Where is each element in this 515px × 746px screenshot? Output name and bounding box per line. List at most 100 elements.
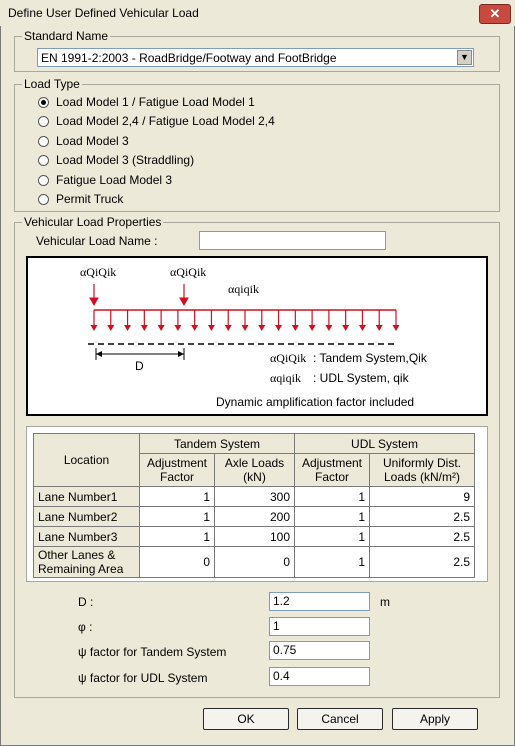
cell-udl-load[interactable]: 2.5 <box>369 526 475 547</box>
cell-tandem-adjustment[interactable]: 0 <box>139 546 215 578</box>
col-header-axle-loads: Axle Loads (kN) <box>214 453 295 487</box>
udl-arrowhead <box>124 325 132 331</box>
legend-tandem-symbol: αQiQik <box>270 351 306 365</box>
udl-arrowhead <box>375 325 383 331</box>
psi-tandem-input[interactable]: 0.75 <box>269 641 370 660</box>
cell-axle-load[interactable]: 300 <box>214 486 295 507</box>
col-header-udl-adjustment: Adjustment Factor <box>294 453 370 487</box>
radio-label: Load Model 2,4 / Fatigue Load Model 2,4 <box>56 114 275 128</box>
d-input[interactable]: 1.2 <box>269 592 370 611</box>
phi-label: φ : <box>78 620 93 634</box>
udl-arrowhead <box>90 325 98 331</box>
cell-tandem-adjustment[interactable]: 1 <box>139 486 215 507</box>
group-header-tandem: Tandem System <box>139 433 295 454</box>
table-row: Lane Number2 1 200 1 2.5 <box>33 506 475 527</box>
ok-button[interactable]: OK <box>203 708 289 730</box>
psi-tandem-label: ψ factor for Tandem System <box>78 645 227 659</box>
radio-label: Load Model 3 (Straddling) <box>56 153 195 167</box>
standard-name-legend: Standard Name <box>22 29 111 43</box>
standard-name-select[interactable]: EN 1991-2:2003 - RoadBridge/Footway and … <box>37 48 474 67</box>
radio-label: Fatigue Load Model 3 <box>56 173 173 187</box>
cell-axle-load[interactable]: 100 <box>214 526 295 547</box>
radio-icon[interactable] <box>38 136 49 147</box>
dimension-label: D <box>135 359 144 373</box>
vehicular-load-name-input[interactable] <box>199 231 386 250</box>
radio-icon[interactable] <box>38 155 49 166</box>
udl-arrowhead <box>157 325 165 331</box>
group-header-udl: UDL System <box>294 433 475 454</box>
table-row: Other Lanes & Remaining Area 0 0 1 2.5 <box>33 546 475 578</box>
udl-arrowhead <box>107 325 115 331</box>
row-location: Lane Number1 <box>33 486 140 507</box>
table-row: Lane Number3 1 100 1 2.5 <box>33 526 475 547</box>
col-header-location: Location <box>33 433 140 487</box>
udl-arrowhead <box>224 325 232 331</box>
title-bar: Define User Defined Vehicular Load ✕ <box>0 0 515 26</box>
close-icon: ✕ <box>489 6 501 21</box>
udl-arrowhead <box>140 325 148 331</box>
radio-label: Load Model 3 <box>56 134 129 148</box>
udl-arrowhead <box>241 325 249 331</box>
cell-udl-load[interactable]: 2.5 <box>369 546 475 578</box>
udl-arrowhead <box>191 325 199 331</box>
psi-udl-input[interactable]: 0.4 <box>269 667 370 686</box>
radio-icon[interactable] <box>38 116 49 127</box>
udl-arrowhead <box>392 325 400 331</box>
load-type-legend: Load Type <box>22 77 82 91</box>
radio-icon[interactable] <box>38 175 49 186</box>
udl-arrowhead <box>308 325 316 331</box>
load-table: Location Tandem System UDL System Adjust… <box>33 433 475 578</box>
legend-udl-text: : UDL System, qik <box>313 371 410 385</box>
udl-arrowhead <box>342 325 350 331</box>
dynamic-amplification-note: Dynamic amplification factor included <box>216 395 414 409</box>
tandem-load-label-1: αQiQik <box>80 265 116 279</box>
tandem-load-label-2: αQiQik <box>170 265 206 279</box>
udl-load-label: αqiqik <box>228 282 259 296</box>
col-header-tandem-adjustment: Adjustment Factor <box>139 453 215 487</box>
properties-legend: Vehicular Load Properties <box>22 215 164 229</box>
udl-arrowhead <box>291 325 299 331</box>
radio-icon[interactable] <box>38 194 49 205</box>
radio-selected-icon[interactable] <box>38 97 49 108</box>
udl-arrowhead <box>258 325 266 331</box>
cell-tandem-adjustment[interactable]: 1 <box>139 526 215 547</box>
apply-button[interactable]: Apply <box>392 708 478 730</box>
cell-axle-load[interactable]: 0 <box>214 546 295 578</box>
psi-udl-label: ψ factor for UDL System <box>78 671 208 685</box>
window-title: Define User Defined Vehicular Load <box>8 6 199 20</box>
udl-arrowhead <box>275 325 283 331</box>
standard-name-value: EN 1991-2:2003 - RoadBridge/Footway and … <box>41 51 337 65</box>
cancel-button[interactable]: Cancel <box>297 708 383 730</box>
radio-label: Permit Truck <box>56 192 124 206</box>
cell-axle-load[interactable]: 200 <box>214 506 295 527</box>
row-location: Lane Number3 <box>33 526 140 547</box>
close-button[interactable]: ✕ <box>479 4 511 24</box>
dimension-arrowhead-left <box>96 351 102 357</box>
vehicular-load-name-label: Vehicular Load Name : <box>36 234 158 248</box>
udl-arrows <box>90 309 400 331</box>
radio-label: Load Model 1 / Fatigue Load Model 1 <box>56 95 255 109</box>
cell-udl-adjustment[interactable]: 1 <box>294 506 370 527</box>
table-row: Lane Number1 1 300 1 9 <box>33 486 475 507</box>
tandem-arrowhead-1 <box>89 297 99 307</box>
cell-udl-adjustment[interactable]: 1 <box>294 526 370 547</box>
row-location: Other Lanes & Remaining Area <box>33 546 140 578</box>
legend-udl-symbol: αqiqik <box>270 371 301 385</box>
cell-udl-adjustment[interactable]: 1 <box>294 546 370 578</box>
tandem-arrowhead-2 <box>179 297 189 307</box>
udl-arrowhead <box>207 325 215 331</box>
cell-udl-load[interactable]: 2.5 <box>369 506 475 527</box>
tandem-arrows <box>89 284 189 307</box>
load-diagram: αQiQik αQiQik αqiqik D αQiQik : Tandem S… <box>26 256 488 416</box>
chevron-down-icon[interactable]: ▼ <box>457 50 472 65</box>
d-label: D : <box>78 595 94 609</box>
cell-udl-adjustment[interactable]: 1 <box>294 486 370 507</box>
col-header-udl-loads: Uniformly Dist. Loads (kN/m²) <box>369 453 475 487</box>
row-location: Lane Number2 <box>33 506 140 527</box>
cell-udl-load[interactable]: 9 <box>369 486 475 507</box>
load-table-panel: Location Tandem System UDL System Adjust… <box>26 426 488 582</box>
cell-tandem-adjustment[interactable]: 1 <box>139 506 215 527</box>
legend-tandem-text: : Tandem System,Qik <box>313 351 428 365</box>
phi-input[interactable]: 1 <box>269 617 370 636</box>
d-unit-label: m <box>380 595 390 609</box>
